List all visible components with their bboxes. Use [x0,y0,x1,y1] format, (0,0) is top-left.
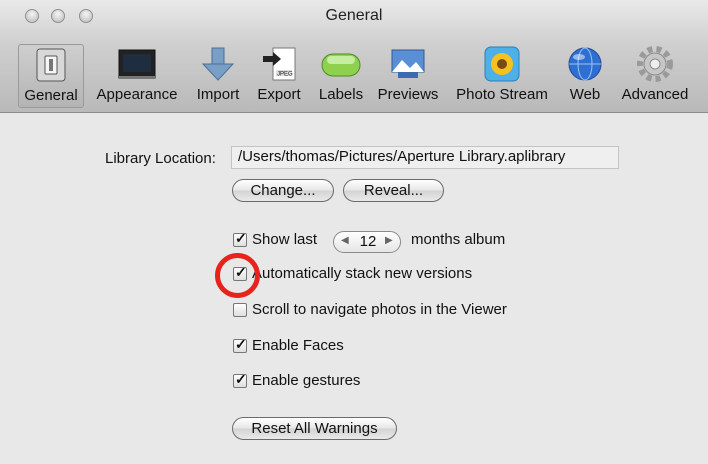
general-pane: Library Location: /Users/thomas/Pictures… [0,113,708,464]
tab-import-label: Import [196,86,240,103]
download-arrow-icon [201,47,235,81]
gestures-checkbox[interactable]: ✓ [233,371,247,388]
window-title: General [325,7,383,24]
change-button[interactable]: Change... [232,179,334,202]
green-label-icon [321,53,361,77]
sunflower-icon [484,46,520,82]
title-bar: General General Appearance Import JPEG E… [0,0,708,113]
svg-text:JPEG: JPEG [277,72,293,78]
gear-icon [637,46,673,82]
jpeg-export-icon: JPEG [263,47,296,81]
monitor-icon [118,49,156,79]
previews-icon [391,49,425,78]
show-last-label: Show last [252,231,318,248]
globe-icon [568,47,602,81]
months-stepper[interactable]: ◀ 12 ▶ [333,231,401,253]
tab-labels-label: Labels [318,86,364,103]
tab-appearance[interactable]: Appearance [90,44,184,108]
faces-label: Enable Faces [252,337,344,354]
tab-photo-stream[interactable]: Photo Stream [450,44,554,108]
tab-import[interactable]: Import [190,44,246,108]
faces-checkbox[interactable]: ✓ [233,336,247,353]
tab-labels[interactable]: Labels [314,44,368,108]
tab-previews[interactable]: Previews [374,44,442,108]
tab-export[interactable]: JPEG Export [251,44,307,108]
scroll-nav-label: Scroll to navigate photos in the Viewer [252,301,507,318]
stepper-increment-icon[interactable]: ▶ [385,235,393,246]
scroll-nav-checkbox[interactable] [233,303,247,317]
tab-advanced-label: Advanced [621,86,689,103]
auto-stack-label: Automatically stack new versions [252,265,473,282]
library-path-field: /Users/thomas/Pictures/Aperture Library.… [231,146,619,169]
tab-appearance-label: Appearance [96,86,178,103]
preferences-toolbar: General Appearance Import JPEG Export La… [0,40,708,110]
tab-web-label: Web [569,86,601,103]
show-last-checkbox[interactable]: ✓ [233,230,247,247]
months-album-label: months album [411,231,506,248]
reveal-button[interactable]: Reveal... [343,179,444,202]
highlight-circle [215,253,260,298]
tab-photo-stream-label: Photo Stream [456,86,548,103]
tab-export-label: Export [257,86,301,103]
tab-general[interactable]: General [18,44,84,108]
tab-general-label: General [24,87,78,104]
tab-web[interactable]: Web [562,44,608,108]
tab-previews-label: Previews [377,86,439,103]
preferences-window: General General Appearance Import JPEG E… [0,0,708,464]
gestures-label: Enable gestures [252,372,361,389]
months-value: 12 [359,233,377,250]
stepper-decrement-icon[interactable]: ◀ [341,235,349,246]
switch-icon [36,48,66,82]
reset-all-warnings-button[interactable]: Reset All Warnings [232,417,397,440]
tab-advanced[interactable]: Advanced [616,44,694,108]
library-location-label: Library Location: [105,150,216,167]
